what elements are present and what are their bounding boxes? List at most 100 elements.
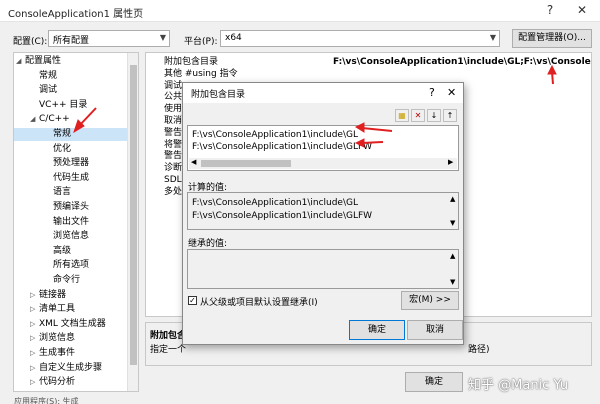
main-ok-button[interactable]: 确定 <box>405 372 463 392</box>
window-title: ConsoleApplication1 属性页 <box>8 9 144 20</box>
tree-scrollbar[interactable] <box>127 53 138 391</box>
dialog-title-bar: 附加包含目录 ? ✕ <box>183 83 463 103</box>
entries-scroll-thumb[interactable] <box>201 160 291 167</box>
dialog-help-button[interactable]: ? <box>429 86 435 99</box>
title-bar: ConsoleApplication1 属性页 ? ✕ <box>0 0 600 22</box>
config-manager-button[interactable]: 配置管理器(O)... <box>512 29 592 48</box>
dialog-close-icon[interactable]: ✕ <box>447 86 456 99</box>
tree-item[interactable]: ▷ 浏览信息 <box>14 332 127 345</box>
tree-item-label: 优化 <box>53 143 72 154</box>
entries-hscrollbar[interactable]: ◀ ▶ <box>189 158 457 169</box>
tree-item[interactable]: 常规 <box>14 70 127 83</box>
tree-item[interactable]: 常规 <box>14 128 127 141</box>
tree-item[interactable]: ▷ 生成事件 <box>14 347 127 360</box>
inherit-checkbox-label: 从父级或项目默认设置继承(I) <box>200 298 318 308</box>
tree-item[interactable]: 优化 <box>14 143 127 156</box>
tree-item[interactable]: 高级 <box>14 245 127 258</box>
description-text: 指定一个 <box>150 345 187 355</box>
platform-label: 平台(P): <box>184 37 218 47</box>
tree-item-label: XML 文档生成器 <box>39 318 106 329</box>
tree-item[interactable]: ▷ 链接器 <box>14 289 127 302</box>
move-up-icon[interactable]: ↑ <box>443 109 457 122</box>
chevron-down-icon: ▼ <box>489 33 496 42</box>
expand-icon[interactable]: ▷ <box>30 362 39 375</box>
inherited-values-box: ▲ ▼ <box>187 249 459 289</box>
entry-item[interactable]: F:\vs\ConsoleApplication1\include\GLFW <box>192 141 372 153</box>
tree-item-label: 链接器 <box>39 289 67 300</box>
tree-item[interactable]: 预处理器 <box>14 157 127 170</box>
scroll-up-icon[interactable]: ▲ <box>450 195 455 203</box>
tree-item[interactable]: ▷ 自定义生成步骤 <box>14 362 127 375</box>
dialog-ok-button[interactable]: 确定 <box>349 320 405 340</box>
tree-item[interactable]: ◢ C/C++ <box>14 113 127 126</box>
scroll-down-icon[interactable]: ▼ <box>450 219 455 227</box>
tree-item-label: 命令行 <box>53 275 81 285</box>
expand-icon[interactable]: ▷ <box>30 289 39 302</box>
expand-icon[interactable]: ▷ <box>30 318 39 331</box>
property-tree[interactable]: ◢ 配置属性 常规 调试 VC++ 目录 ◢ C/C++ 常规 优化 预处理器 代码生成 语言 预编译头… <box>13 52 139 392</box>
dialog-title: 附加包含目录 <box>191 90 246 100</box>
tree-item[interactable]: 代码生成 <box>14 172 127 185</box>
expand-icon[interactable]: ▷ <box>30 376 39 389</box>
tree-item[interactable]: ◢ 配置属性 <box>14 55 127 68</box>
tree-item-label: 常规 <box>39 70 58 81</box>
expand-icon[interactable]: ▷ <box>30 347 39 360</box>
tree-item-label: 调试 <box>39 85 58 96</box>
entries-listbox[interactable]: F:\vs\ConsoleApplication1\include\GL F:\… <box>187 125 459 171</box>
tree-item-label: 浏览信息 <box>53 231 90 242</box>
tree-item[interactable]: VC++ 目录 <box>14 99 127 112</box>
tree-item[interactable]: ▷ 清单工具 <box>14 303 127 316</box>
tree-scroll-thumb[interactable] <box>130 65 137 365</box>
tree-item-label: 清单工具 <box>39 304 76 315</box>
new-line-icon[interactable]: ▦ <box>395 109 409 122</box>
config-value: 所有配置 <box>53 36 90 46</box>
property-value[interactable]: F:\vs\ConsoleApplication1\include\GL;F:\… <box>333 56 591 69</box>
collapse-icon[interactable]: ◢ <box>30 113 39 126</box>
tree-item-label: 自定义生成步骤 <box>39 362 103 373</box>
macro-button[interactable]: 宏(M) >> <box>401 291 459 310</box>
scroll-right-icon[interactable]: ▶ <box>448 158 453 166</box>
config-dropdown[interactable]: 所有配置 ▼ <box>48 30 170 47</box>
move-down-icon[interactable]: ↓ <box>427 109 441 122</box>
help-button[interactable]: ? <box>542 3 558 17</box>
tree-item-label: 配置属性 <box>25 56 62 66</box>
expand-icon[interactable]: ▷ <box>30 303 39 316</box>
tree-item-label: 常规 <box>53 129 72 139</box>
platform-value: x64 <box>225 33 242 43</box>
tree-item[interactable]: 调试 <box>14 84 127 97</box>
scroll-left-icon[interactable]: ◀ <box>191 158 196 166</box>
tree-item-label: 预处理器 <box>53 158 90 169</box>
inherited-label: 继承的值: <box>188 239 228 249</box>
expand-icon[interactable]: ▷ <box>30 332 39 345</box>
include-dirs-dialog: 附加包含目录 ? ✕ ▦ ✕ ↓ ↑ F:\vs\ConsoleApplicat… <box>182 82 464 345</box>
tree-item[interactable]: ▷ 代码分析 <box>14 376 127 389</box>
tree-item-label: 高级 <box>53 245 72 256</box>
tree-item[interactable]: 预编译头 <box>14 201 127 214</box>
tree-item[interactable]: 命令行 <box>14 274 127 287</box>
tree-item-label: 输出文件 <box>53 216 90 227</box>
computed-values-box: F:\vs\ConsoleApplication1\include\GL F:\… <box>187 192 459 230</box>
tree-item[interactable]: 语言 <box>14 186 127 199</box>
scroll-down-icon[interactable]: ▼ <box>450 278 455 286</box>
tree-item[interactable]: 浏览信息 <box>14 230 127 243</box>
tree-item[interactable]: ▷ XML 文档生成器 <box>14 318 127 331</box>
platform-dropdown[interactable]: x64 ▼ <box>220 30 500 47</box>
computed-item: F:\vs\ConsoleApplication1\include\GLFW <box>192 211 373 221</box>
property-name[interactable]: 多处 <box>164 186 182 199</box>
entry-item[interactable]: F:\vs\ConsoleApplication1\include\GL <box>192 129 358 141</box>
tree-item-label: C/C++ <box>39 114 70 125</box>
delete-icon[interactable]: ✕ <box>411 109 425 122</box>
tree-item-label: 预编译头 <box>53 202 90 212</box>
tree-item-label: VC++ 目录 <box>39 99 88 110</box>
dialog-cancel-button[interactable]: 取消 <box>407 320 463 340</box>
bottom-left-text: 应用程序(S): 生成 <box>14 397 79 404</box>
close-icon[interactable]: ✕ <box>574 3 590 17</box>
chevron-down-icon: ▼ <box>159 33 166 42</box>
tree-item-label: 代码分析 <box>39 377 76 388</box>
tree-item[interactable]: 所有选项 <box>14 259 127 272</box>
inherit-checkbox[interactable]: ✓ <box>188 296 197 305</box>
tree-item[interactable]: 输出文件 <box>14 216 127 229</box>
computed-item: F:\vs\ConsoleApplication1\include\GL <box>192 198 358 208</box>
scroll-up-icon[interactable]: ▲ <box>450 252 455 260</box>
collapse-icon[interactable]: ◢ <box>16 55 25 68</box>
